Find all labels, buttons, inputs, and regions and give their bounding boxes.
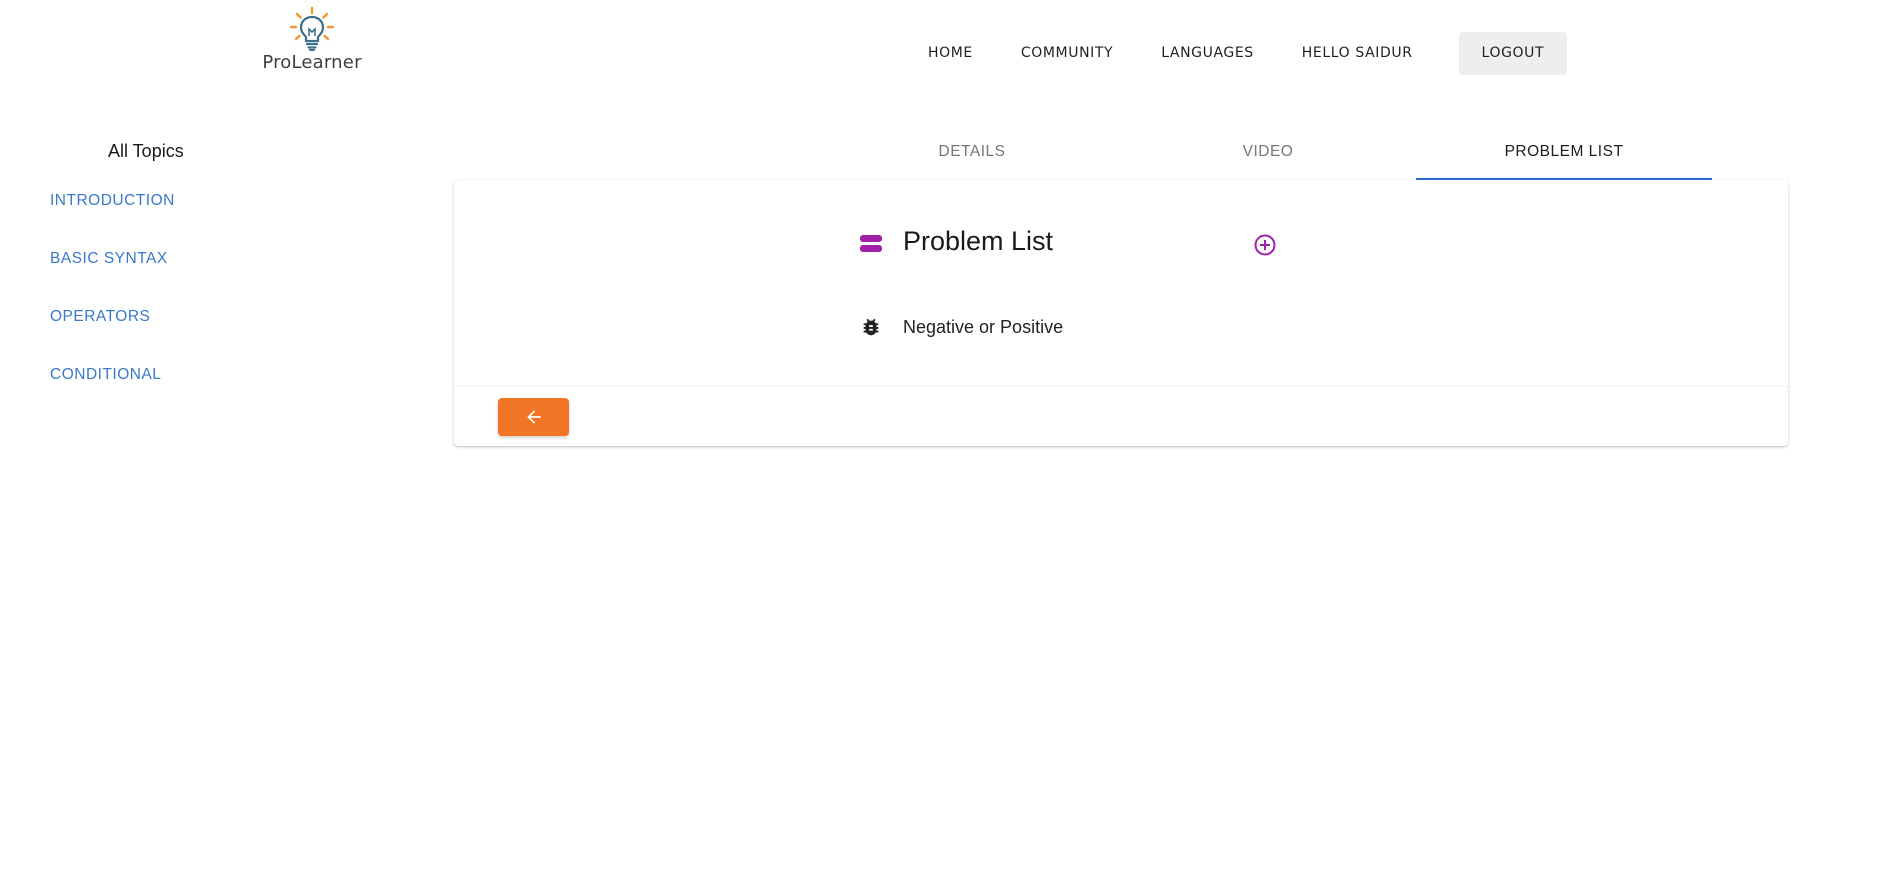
nav-home[interactable]: HOME [904,32,997,75]
problem-name: Negative or Positive [903,316,1064,337]
sidebar-topic-list: INTRODUCTION BASIC SYNTAX OPERATORS COND… [50,192,175,424]
bug-icon [863,318,879,336]
lightbulb-icon [289,6,335,51]
tab-video[interactable]: VIDEO [1120,130,1416,180]
header: ProLearner HOME COMMUNITY LANGUAGES HELL… [0,0,1894,100]
problem-list-item[interactable]: Negative or Positive [860,314,1063,340]
problem-list-title: Problem List [903,226,1054,256]
arrow-left-icon [526,410,541,424]
brand-logo[interactable]: ProLearner [262,6,362,76]
brand-name: ProLearner [262,52,362,73]
problem-list-card: Problem List Negative or Positive [454,180,1788,446]
sidebar-item-introduction[interactable]: INTRODUCTION [50,192,175,250]
card-divider [454,386,1788,387]
list-icon [860,235,882,252]
nav-community[interactable]: COMMUNITY [997,32,1137,75]
sidebar-item-operators[interactable]: OPERATORS [50,308,175,366]
add-circle-icon[interactable] [1253,233,1277,257]
top-nav: HOME COMMUNITY LANGUAGES HELLO SAIDUR LO… [904,32,1568,75]
back-button[interactable] [498,398,569,436]
nav-languages[interactable]: LANGUAGES [1137,32,1278,75]
nav-user-greeting[interactable]: HELLO SAIDUR [1278,32,1437,75]
sidebar-title: All Topics [108,141,184,161]
sidebar-item-basic-syntax[interactable]: BASIC SYNTAX [50,250,175,308]
tab-details[interactable]: DETAILS [824,130,1120,180]
sidebar-item-conditional[interactable]: CONDITIONAL [50,366,175,424]
content-tabs: DETAILS VIDEO PROBLEM LIST [824,130,1712,180]
tab-problem-list[interactable]: PROBLEM LIST [1416,130,1712,180]
logout-button[interactable]: LOGOUT [1458,32,1568,75]
